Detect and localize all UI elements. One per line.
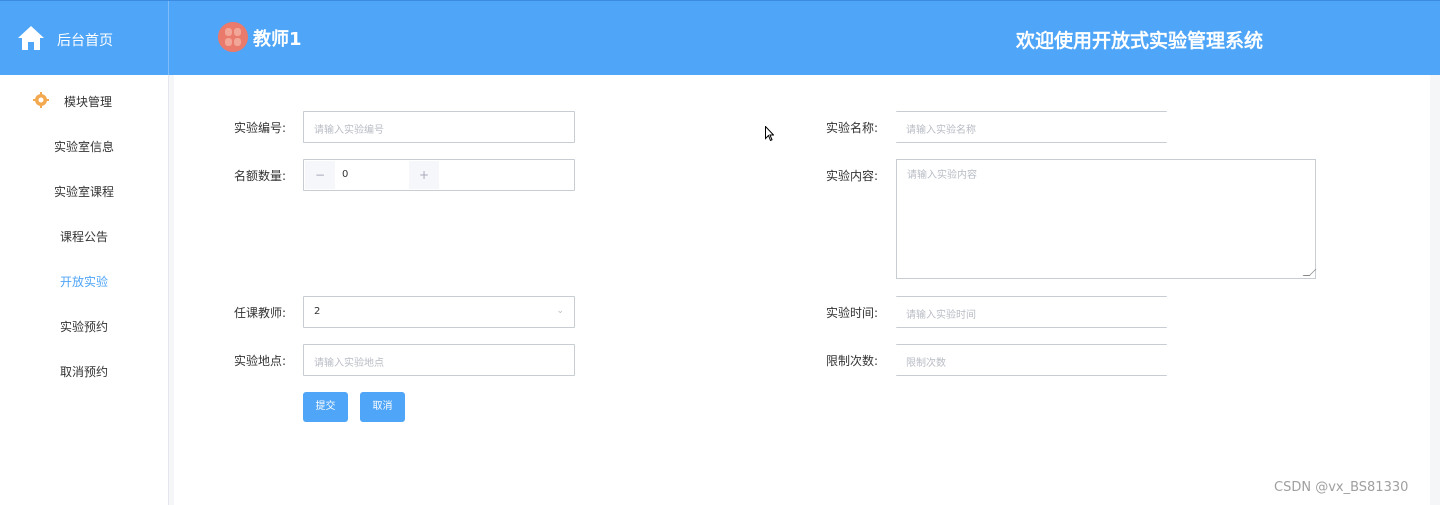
time-input[interactable]: 请输入实验时间 — [896, 296, 1167, 328]
watermark: CSDN @vx_BS81330 — [1274, 480, 1409, 495]
sidebar-item-cancel-booking[interactable]: 取消预约 — [0, 357, 168, 387]
location-label: 实验地点: — [234, 354, 287, 368]
sidebar-item-course-notice[interactable]: 课程公告 — [0, 222, 168, 252]
main-content: 实验编号: 请输入实验编号 实验名称: 请输入实验名称 名额数量: − 0 + … — [174, 75, 1430, 505]
time-placeholder: 请输入实验时间 — [906, 310, 976, 321]
system-title: 欢迎使用开放式实验管理系统 — [1016, 30, 1264, 52]
limit-input[interactable]: 限制次数 — [896, 344, 1167, 376]
exp-no-label: 实验编号: — [234, 121, 287, 135]
quota-value[interactable]: 0 — [342, 169, 348, 180]
sidebar-group-module-management[interactable]: 模块管理 — [0, 75, 168, 125]
location-input[interactable]: 请输入实验地点 — [303, 344, 575, 376]
chevron-down-icon: ⌄ — [556, 306, 564, 316]
avatar-icon — [218, 22, 248, 52]
content-textarea[interactable]: 请输入实验内容 — [896, 159, 1317, 279]
sidebar-item-lab-info[interactable]: 实验室信息 — [0, 132, 168, 162]
limit-label: 限制次数: — [826, 354, 879, 368]
sidebar-item-lab-course[interactable]: 实验室课程 — [0, 177, 168, 207]
home-label: 后台首页 — [57, 33, 113, 49]
content-label: 实验内容: — [826, 169, 879, 183]
home-link[interactable]: 后台首页 — [0, 1, 169, 76]
cancel-button[interactable]: 取消 — [360, 392, 405, 422]
quota-decrease-button[interactable]: − — [305, 161, 335, 189]
exp-no-placeholder: 请输入实验编号 — [314, 125, 384, 136]
sidebar-item-open-experiment[interactable]: 开放实验 — [0, 267, 168, 297]
user-name[interactable]: 教师1 — [253, 25, 302, 51]
exp-name-placeholder: 请输入实验名称 — [906, 125, 976, 136]
exp-no-input[interactable]: 请输入实验编号 — [303, 111, 575, 143]
teacher-value: 2 — [314, 306, 321, 317]
exp-name-label: 实验名称: — [826, 121, 879, 135]
limit-placeholder: 限制次数 — [906, 358, 946, 369]
gear-icon — [33, 92, 49, 108]
teacher-label: 任课教师: — [234, 306, 287, 320]
content-placeholder: 请输入实验内容 — [907, 170, 977, 181]
sidebar-item-experiment-booking[interactable]: 实验预约 — [0, 312, 168, 342]
teacher-select[interactable]: 2 ⌄ — [303, 296, 575, 328]
top-bar: 后台首页 教师1 欢迎使用开放式实验管理系统 — [0, 0, 1440, 76]
location-placeholder: 请输入实验地点 — [314, 358, 384, 369]
time-label: 实验时间: — [826, 306, 879, 320]
quota-stepper[interactable]: − 0 + — [303, 159, 575, 191]
home-icon — [18, 26, 44, 50]
sidebar: 模块管理 实验室信息 实验室课程 课程公告 开放实验 实验预约 取消预约 — [0, 75, 169, 505]
resize-handle[interactable] — [1302, 269, 1317, 276]
exp-name-input[interactable]: 请输入实验名称 — [896, 111, 1167, 143]
quota-label: 名额数量: — [234, 169, 287, 183]
avatar[interactable] — [218, 22, 248, 52]
submit-button[interactable]: 提交 — [303, 392, 348, 422]
quota-increase-button[interactable]: + — [409, 161, 439, 189]
mouse-cursor-icon — [765, 126, 774, 142]
sidebar-group-label: 模块管理 — [64, 95, 113, 109]
